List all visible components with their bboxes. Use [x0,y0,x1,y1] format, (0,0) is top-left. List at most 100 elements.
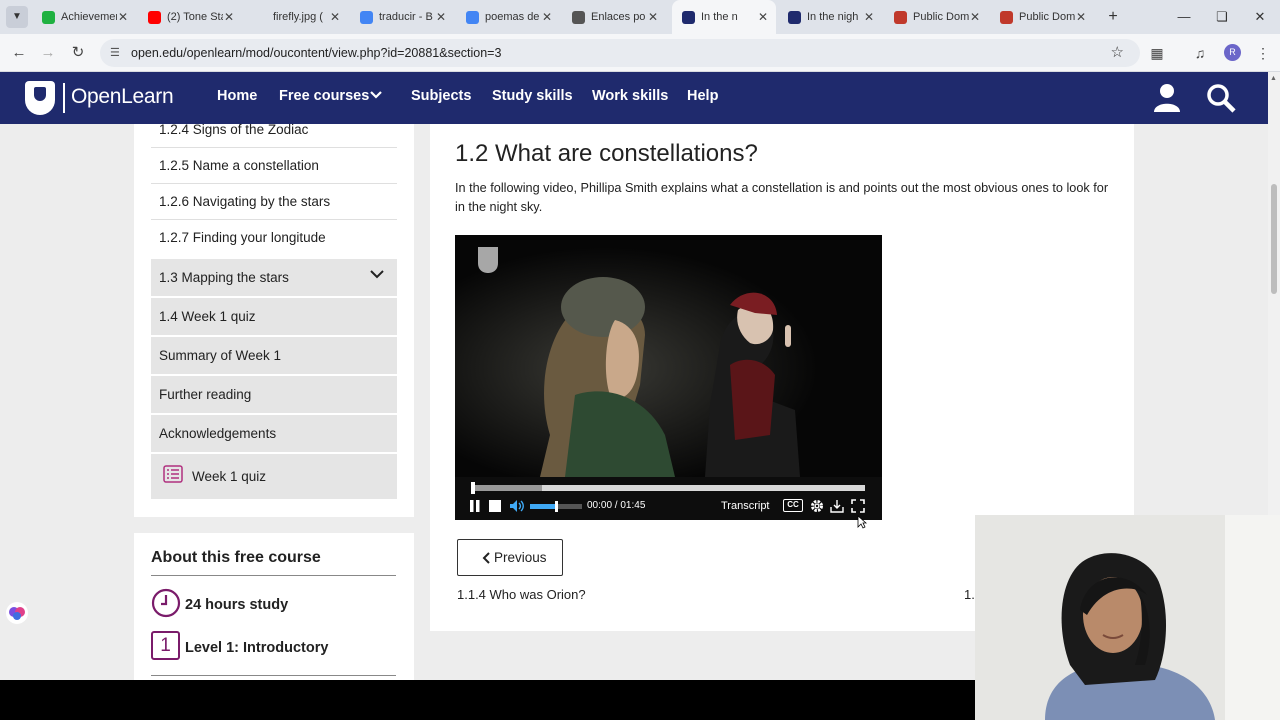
tab-title: Achievements [61,11,117,23]
browser-tab[interactable]: In the nigh ✕ [778,0,882,34]
browser-tab[interactable]: firefly.jpg (✕ [244,0,348,34]
video-player[interactable]: 00:00 / 01:45 Transcript CC [455,235,882,520]
close-tab-icon[interactable]: ✕ [118,0,128,34]
level-icon: 1 [151,631,180,660]
sidebar-item-label: 1.2.5 Name a constellation [159,158,319,173]
volume-icon[interactable] [509,498,525,514]
settings-gear-icon[interactable] [810,498,824,514]
profile-avatar[interactable]: R [1224,44,1241,61]
video-progress-bar[interactable] [471,482,865,494]
volume-knob[interactable] [555,501,558,512]
buffered-bar [471,485,542,491]
close-tab-icon[interactable]: ✕ [1076,0,1086,34]
chevron-down-icon[interactable] [370,89,382,101]
webcam-image [975,515,1280,720]
url-text[interactable]: open.edu/openlearn/mod/oucontent/view.ph… [131,39,501,67]
close-tab-icon[interactable]: ✕ [970,0,980,34]
search-icon[interactable] [1206,83,1236,113]
close-window-button[interactable]: ✕ [1240,0,1280,34]
extensions-icon[interactable]: ▦ [1146,42,1168,64]
course-level: Level 1: Introductory [185,640,329,656]
volume-fill [530,504,556,509]
previous-section-link[interactable]: 1.1.4 Who was Orion? [457,587,586,602]
user-account-icon[interactable] [1153,83,1181,113]
nav-subjects[interactable]: Subjects [411,88,471,104]
logo-divider [63,83,65,113]
volume-slider[interactable] [530,501,582,512]
bookmark-star-icon[interactable]: ☆ [1111,39,1124,67]
next-section-link[interactable]: 1. [964,587,975,602]
transcript-button[interactable]: Transcript [721,498,770,514]
sidebar-item-label: 1.4 Week 1 quiz [159,309,256,324]
close-tab-icon[interactable]: ✕ [224,0,234,34]
ou-shield-logo[interactable] [25,81,55,115]
browser-tab[interactable]: Enlaces po ✕ [562,0,666,34]
browser-tab[interactable]: Public Dom ✕ [884,0,988,34]
new-tab-button[interactable]: + [1102,6,1124,28]
browser-tab[interactable]: In the n ✕ [672,0,776,34]
tab-title: Public Dom [913,11,969,23]
browser-tab[interactable]: traducir - B ✕ [350,0,454,34]
close-tab-icon[interactable]: ✕ [864,0,874,34]
nav-work-skills[interactable]: Work skills [592,88,668,104]
tab-search-button[interactable]: ▼ [6,6,28,28]
course-sidebar: 1.2.4 Signs of the Zodiac 1.2.5 Name a c… [134,123,414,517]
sidebar-item-name-constellation[interactable]: 1.2.5 Name a constellation [151,148,397,184]
browser-tab[interactable]: Public Dom ✕ [990,0,1094,34]
sidebar-item-navigating-stars[interactable]: 1.2.6 Navigating by the stars [151,184,397,220]
site-info-icon[interactable]: ☰ [110,46,124,60]
sidebar-item-week1-quiz[interactable]: 1.4 Week 1 quiz [151,298,397,336]
extension-brain-icon[interactable] [5,601,29,625]
sidebar-item-label: 1.2.7 Finding your longitude [159,230,326,245]
sidebar-item-week1-quiz-link[interactable]: Week 1 quiz [151,454,397,500]
captions-button[interactable]: CC [783,499,803,512]
nav-home[interactable]: Home [217,88,257,104]
close-tab-icon[interactable]: ✕ [330,0,340,34]
sidebar-item-acknowledgements[interactable]: Acknowledgements [151,415,397,453]
sidebar-item-mapping-stars[interactable]: 1.3 Mapping the stars [151,259,397,297]
previous-button[interactable]: Previous [457,539,563,576]
reload-button[interactable]: ↻ [67,42,89,64]
media-control-icon[interactable]: ♫ [1189,42,1211,64]
blank-icon [254,11,267,24]
openlearn-logo[interactable]: OpenLearn [71,85,174,109]
browser-tab[interactable]: poemas de ✕ [456,0,560,34]
sidebar-item-further-reading[interactable]: Further reading [151,376,397,414]
close-tab-icon[interactable]: ✕ [758,0,768,34]
restore-button[interactable]: ❏ [1202,0,1242,34]
video-frame[interactable] [455,235,882,477]
browser-tab[interactable]: Achievements✕ [32,0,136,34]
scroll-thumb[interactable] [1271,184,1277,294]
progress-knob[interactable] [471,482,475,494]
previous-label: Previous [494,550,547,565]
sidebar-item-finding-longitude[interactable]: 1.2.7 Finding your longitude [151,220,397,256]
minimize-button[interactable]: — [1164,0,1204,34]
webcam-overlay [975,515,1280,720]
sidebar-item-summary[interactable]: Summary of Week 1 [151,337,397,375]
forward-button[interactable]: → [37,42,59,64]
tab-title: traducir - B [379,11,433,23]
scroll-up-arrow[interactable]: ▲ [1270,75,1277,82]
nav-free-courses[interactable]: Free courses [279,88,369,104]
close-tab-icon[interactable]: ✕ [436,0,446,34]
nav-study-skills[interactable]: Study skills [492,88,573,104]
page-title: 1.2 What are constellations? [455,140,758,167]
site-header: OpenLearn Home Free courses Subjects Stu… [0,72,1280,124]
wiki-icon [1000,11,1013,24]
sidebar-item-signs-zodiac[interactable]: 1.2.4 Signs of the Zodiac [151,123,397,148]
video-controls: 00:00 / 01:45 Transcript CC [455,477,882,520]
download-icon[interactable] [830,498,844,514]
chevron-down-icon[interactable] [370,269,384,279]
browser-tab[interactable]: (2) Tone Sta ✕ [138,0,242,34]
stop-icon[interactable] [489,498,501,514]
nav-help[interactable]: Help [687,88,718,104]
fullscreen-icon[interactable] [851,498,865,514]
close-tab-icon[interactable]: ✕ [648,0,658,34]
pause-icon[interactable] [469,498,481,514]
address-bar[interactable]: ☰ open.edu/openlearn/mod/oucontent/view.… [100,39,1140,67]
close-tab-icon[interactable]: ✕ [542,0,552,34]
clock-icon [151,588,181,618]
study-hours: 24 hours study [185,597,289,613]
back-button[interactable]: ← [8,42,30,64]
browser-menu-icon[interactable]: ⋮ [1252,42,1274,64]
